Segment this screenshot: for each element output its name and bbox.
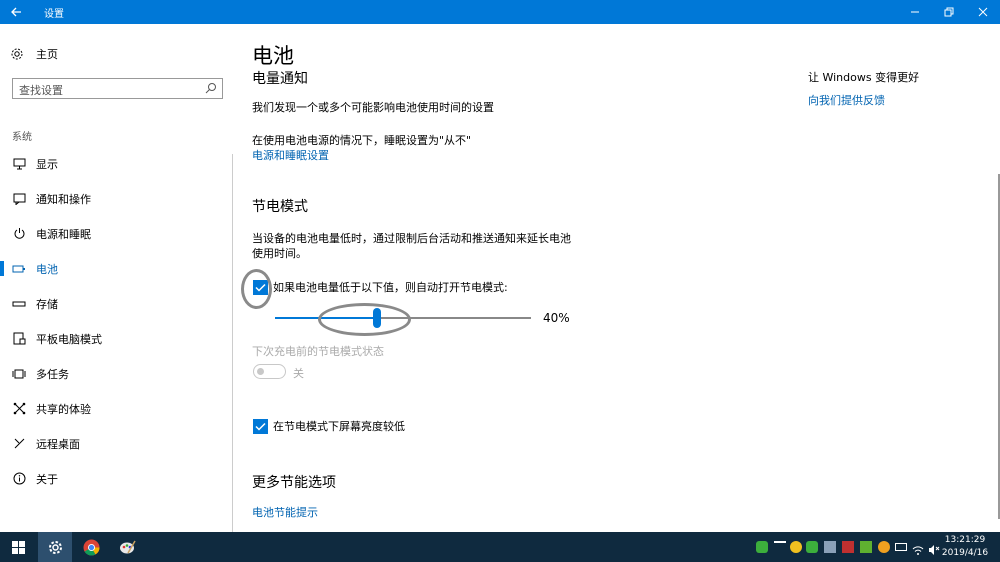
clock-date: 2019/4/16 [941, 548, 989, 558]
annotation-circle-slider [318, 303, 411, 336]
paint-icon [119, 540, 136, 553]
main-content: 电池 电量通知 我们发现一个或多个可能影响电池使用时间的设置 在使用电池电源的情… [232, 24, 1000, 532]
tray-app-icon[interactable] [806, 541, 818, 553]
sidebar-item-label: 平板电脑模式 [36, 332, 102, 346]
auto-saver-label: 如果电池电量低于以下值，则自动打开节电模式: [273, 281, 508, 294]
sidebar-item-label: 远程桌面 [36, 437, 80, 451]
power-icon [14, 228, 24, 239]
multitask-icon [12, 369, 26, 378]
checkmark-icon [255, 422, 266, 431]
sidebar-item-label: 通知和操作 [36, 192, 91, 206]
tray-qq-icon[interactable] [878, 541, 890, 553]
sidebar-nav: 显示 通知和操作 电源和睡眠 电池 存储 平板电脑模式 多任务 共享的体验 远程… [0, 146, 232, 496]
next-charge-label: 下次充电前的节电模式状态 [252, 345, 384, 358]
sidebar-item-display[interactable]: 显示 [0, 146, 232, 181]
tray-wifi-icon[interactable] [912, 541, 924, 555]
home-link[interactable]: 主页 [10, 44, 58, 64]
monitor-icon [13, 158, 25, 169]
power-sleep-link[interactable]: 电源和睡眠设置 [252, 148, 329, 163]
sidebar-item-label: 电池 [36, 262, 58, 276]
window-title: 设置 [44, 9, 64, 20]
sidebar-item-remote-desktop[interactable]: 远程桌面 [0, 426, 232, 461]
gear-icon [11, 48, 23, 60]
taskbar-settings[interactable] [38, 532, 72, 562]
sidebar-item-battery[interactable]: 电池 [0, 251, 232, 286]
notify-heading: 电量通知 [252, 71, 308, 87]
notify-text: 我们发现一个或多个可能影响电池使用时间的设置 [252, 101, 494, 114]
search-box [12, 78, 223, 100]
tray-app-icon[interactable] [860, 541, 872, 553]
sidebar-item-label: 多任务 [36, 367, 69, 381]
sidebar-item-tablet-mode[interactable]: 平板电脑模式 [0, 321, 232, 356]
sidebar-item-label: 共享的体验 [36, 402, 91, 416]
chrome-icon [83, 539, 99, 555]
title-bar: 设置 [0, 0, 1000, 24]
search-input[interactable] [13, 81, 193, 100]
right-panel-heading: 让 Windows 变得更好 [808, 71, 920, 84]
home-label: 主页 [36, 48, 58, 61]
start-button[interactable] [0, 532, 36, 562]
slider-value: 40% [543, 311, 570, 325]
sidebar-item-notifications[interactable]: 通知和操作 [0, 181, 232, 216]
page-title: 电池 [252, 44, 294, 68]
restore-icon [944, 7, 954, 17]
storage-icon [12, 301, 26, 306]
sidebar-item-power[interactable]: 电源和睡眠 [0, 216, 232, 251]
low-brightness-label: 在节电模式下屏幕亮度较低 [273, 420, 405, 433]
minimize-button[interactable] [898, 0, 932, 24]
tray-battery-icon[interactable] [895, 543, 907, 551]
tray-app-icon[interactable] [824, 541, 836, 553]
tray-app-icon[interactable] [842, 541, 854, 553]
wifi-icon [912, 546, 924, 555]
tray-app-icon[interactable] [756, 541, 768, 553]
search-icon[interactable] [205, 82, 217, 94]
saver-desc-line2: 使用时间。 [252, 247, 307, 260]
divider-gap [232, 24, 233, 154]
minimize-icon [911, 11, 919, 13]
share-icon [13, 402, 25, 415]
back-button[interactable] [0, 0, 32, 24]
taskbar-chrome[interactable] [74, 532, 108, 562]
more-options-heading: 更多节能选项 [252, 475, 336, 491]
toggle-knob [257, 368, 264, 375]
saver-heading: 节电模式 [252, 199, 308, 215]
remote-desktop-icon [14, 438, 24, 449]
taskbar-paint[interactable] [110, 532, 144, 562]
annotation-circle-checkbox [241, 269, 272, 309]
gear-icon [48, 540, 62, 554]
low-brightness-checkbox[interactable] [253, 419, 268, 434]
sidebar-item-label: 存储 [36, 297, 58, 311]
saver-desc-line1: 当设备的电池电量低时，通过限制后台活动和推送通知来延长电池 [252, 232, 571, 245]
sidebar-item-label: 显示 [36, 157, 58, 171]
sidebar-item-multitasking[interactable]: 多任务 [0, 356, 232, 391]
active-indicator [0, 261, 4, 276]
info-icon [13, 472, 25, 485]
battery-tips-link[interactable]: 电池节能提示 [252, 505, 318, 520]
sidebar-item-shared-experiences[interactable]: 共享的体验 [0, 391, 232, 426]
saver-status-toggle[interactable] [253, 364, 286, 379]
sidebar-item-storage[interactable]: 存储 [0, 286, 232, 321]
taskbar: 13:21:29 2019/4/16 [0, 532, 1000, 562]
clock-time: 13:21:29 [944, 535, 986, 545]
windows-icon [11, 540, 25, 554]
close-icon [978, 7, 988, 17]
toggle-state-label: 关 [293, 367, 304, 380]
section-label: 系统 [12, 132, 32, 143]
right-panel: 让 Windows 变得更好 向我们提供反馈 [808, 69, 919, 108]
sidebar: 主页 系统 显示 通知和操作 电源和睡眠 电池 存储 平板电脑模式 [0, 24, 232, 532]
feedback-link[interactable]: 向我们提供反馈 [808, 92, 919, 108]
notification-icon [13, 193, 25, 205]
arrow-left-icon [11, 7, 21, 17]
sidebar-item-about[interactable]: 关于 [0, 461, 232, 496]
tray-clock[interactable]: 13:21:29 2019/4/16 [936, 534, 994, 560]
tray-chevron-icon[interactable] [774, 541, 786, 553]
sidebar-item-label: 关于 [36, 472, 58, 486]
sleep-text: 在使用电池电源的情况下，睡眠设置为"从不" [252, 134, 472, 147]
close-button[interactable] [966, 0, 1000, 24]
tablet-icon [13, 332, 25, 345]
battery-icon [12, 265, 25, 272]
maximize-button[interactable] [932, 0, 966, 24]
tray-app-icon[interactable] [790, 541, 802, 553]
sidebar-item-label: 电源和睡眠 [36, 227, 91, 241]
